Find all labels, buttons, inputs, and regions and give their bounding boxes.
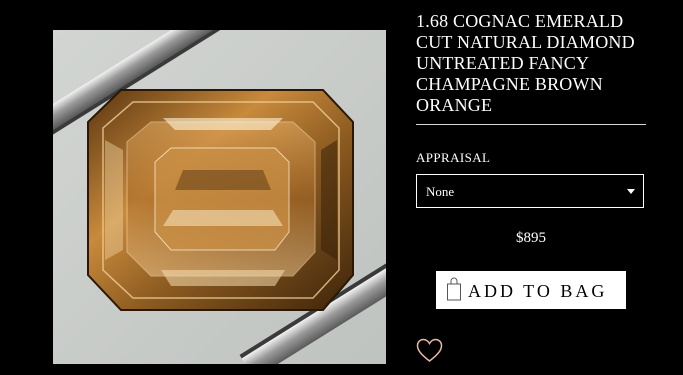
appraisal-select[interactable]: None [416, 174, 644, 208]
add-to-bag-label: ADD TO BAG [468, 281, 608, 301]
product-image [53, 30, 386, 364]
product-title: 1.68 COGNAC EMERALD CUT NATURAL DIAMOND … [416, 11, 635, 115]
caret-down-icon [627, 189, 635, 194]
shopping-bag-icon [447, 277, 461, 301]
price: $895 [516, 230, 546, 246]
product-page: 1.68 COGNAC EMERALD CUT NATURAL DIAMOND … [0, 0, 683, 375]
appraisal-selected-value: None [426, 184, 455, 199]
heart-icon[interactable] [416, 338, 443, 363]
add-to-bag-button[interactable]: ADD TO BAG [436, 271, 626, 309]
divider [416, 124, 646, 125]
appraisal-label: APPRAISAL [416, 150, 491, 165]
